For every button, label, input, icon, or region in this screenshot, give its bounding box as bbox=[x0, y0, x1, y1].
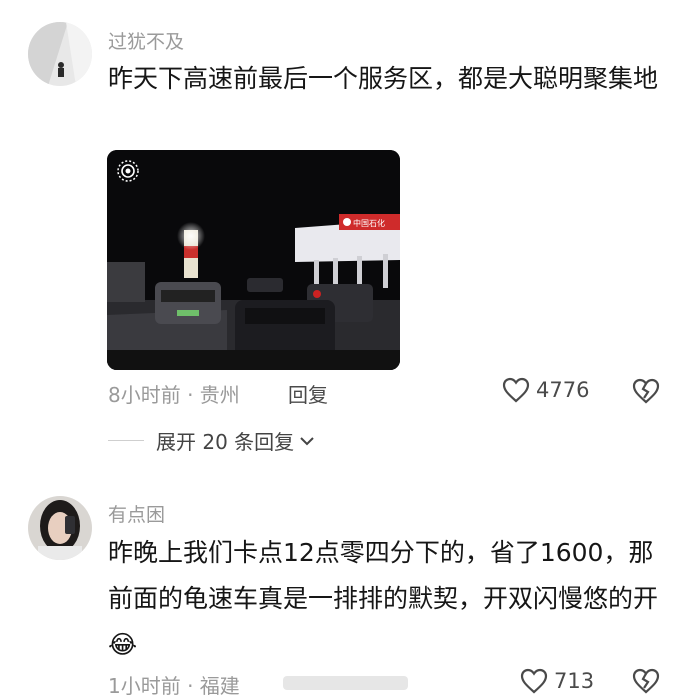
like-button[interactable]: 4776 bbox=[502, 377, 589, 403]
time-location: 1小时前 · 福建 bbox=[108, 674, 240, 698]
time-location: 8小时前 · 贵州 bbox=[108, 383, 240, 407]
reply-button[interactable]: 回复 bbox=[288, 379, 328, 408]
like-count: 713 bbox=[554, 669, 595, 693]
comment-meta: 8小时前 · 贵州 回复 bbox=[108, 379, 328, 408]
chevron-down-icon bbox=[300, 436, 314, 445]
comment-text-body: 昨晚上我们卡点12点零四分下的，省了1600，那前面的龟速车真是一排排的默契，开… bbox=[108, 538, 659, 613]
avatar[interactable] bbox=[28, 496, 92, 560]
comment-text: 昨晚上我们卡点12点零四分下的，省了1600，那前面的龟速车真是一排排的默契，开… bbox=[108, 530, 668, 668]
heart-outline-icon bbox=[520, 668, 548, 694]
comment-text: 昨天下高速前最后一个服务区，都是大聪明聚集地 bbox=[108, 64, 659, 93]
broken-heart-icon bbox=[632, 668, 660, 694]
dislike-button[interactable] bbox=[632, 378, 660, 408]
divider-line bbox=[108, 440, 144, 441]
username[interactable]: 过犹不及 bbox=[108, 27, 184, 54]
heart-outline-icon bbox=[502, 377, 530, 403]
station-sign: 中国石化 bbox=[353, 218, 385, 228]
expand-replies-button[interactable]: 展开 20 条回复 bbox=[108, 426, 315, 455]
comment-photo[interactable]: 中国石化 bbox=[107, 150, 400, 370]
dislike-button[interactable] bbox=[632, 668, 660, 698]
expand-replies-label: 展开 20 条回复 bbox=[156, 430, 295, 454]
comment-meta: 1小时前 · 福建 bbox=[108, 670, 408, 699]
username[interactable]: 有点困 bbox=[108, 500, 165, 527]
like-button[interactable]: 713 bbox=[520, 668, 594, 694]
blurred-placeholder bbox=[283, 676, 408, 690]
laughing-emoji: 😂 bbox=[108, 630, 138, 659]
like-count: 4776 bbox=[536, 378, 590, 402]
avatar[interactable] bbox=[28, 22, 92, 86]
broken-heart-icon bbox=[632, 378, 660, 404]
